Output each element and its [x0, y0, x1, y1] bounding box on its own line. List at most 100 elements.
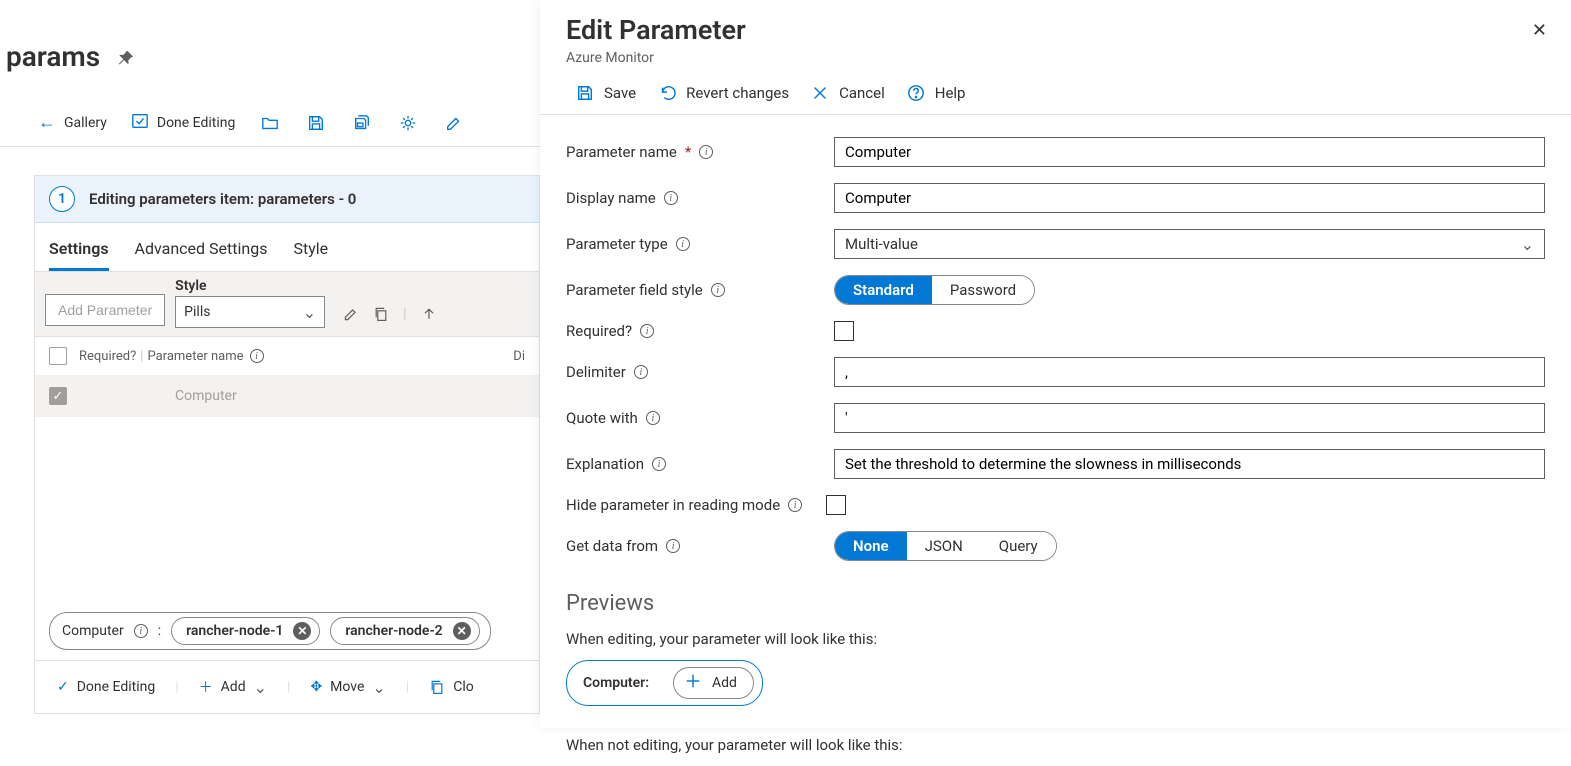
row-quote: Quote with [566, 395, 1545, 441]
open-icon[interactable] [251, 108, 289, 138]
page-title-row: params [0, 0, 540, 73]
chevron-down-icon [1521, 235, 1534, 254]
row-param-name: Computer [79, 388, 237, 404]
opt-standard[interactable]: Standard [835, 276, 932, 304]
not-editing-hint: When not editing, your parameter will lo… [566, 730, 1545, 766]
move-up-icon[interactable] [421, 306, 437, 322]
param-name-input[interactable] [834, 137, 1545, 167]
gallery-button[interactable]: Gallery [30, 106, 115, 139]
save-as-icon[interactable] [343, 108, 381, 138]
save-label: Save [604, 84, 636, 102]
row-checkbox[interactable] [49, 387, 67, 405]
save-button[interactable]: Save [576, 84, 636, 102]
required-star: * [685, 143, 691, 161]
main-toolbar: Gallery Done Editing [0, 91, 540, 147]
close-icon[interactable]: ✕ [1532, 20, 1547, 41]
panel-title: Edit Parameter [566, 14, 1545, 46]
pin-icon[interactable] [118, 40, 134, 73]
info-icon[interactable] [666, 539, 680, 553]
info-icon[interactable] [250, 349, 264, 363]
opt-password[interactable]: Password [932, 276, 1034, 304]
chip-remove-icon[interactable]: ✕ [293, 622, 311, 640]
filter-chip[interactable]: rancher-node-1 ✕ [171, 617, 320, 645]
style-select[interactable]: Pills [175, 296, 325, 328]
info-icon[interactable] [676, 237, 690, 251]
info-icon[interactable] [664, 191, 678, 205]
chevron-down-icon [254, 678, 267, 697]
required-checkbox[interactable] [834, 321, 854, 341]
table-row[interactable]: Computer [35, 375, 539, 417]
label-display-name: Display name [566, 189, 656, 207]
plus-icon [684, 672, 702, 694]
explanation-input[interactable] [834, 449, 1545, 479]
chip-remove-icon[interactable]: ✕ [453, 622, 471, 640]
add-action[interactable]: ＋ Add [191, 671, 275, 703]
info-icon[interactable] [134, 624, 148, 638]
delimiter-input[interactable] [834, 357, 1545, 387]
info-icon[interactable] [640, 324, 654, 338]
done-editing-button[interactable]: Done Editing [123, 106, 244, 140]
help-button[interactable]: Help [907, 84, 966, 102]
revert-icon [658, 84, 676, 102]
page-title: params [6, 40, 100, 73]
info-icon[interactable] [788, 498, 802, 512]
editing-hint: When editing, your parameter will look l… [566, 624, 1545, 660]
copy-row-icon[interactable] [373, 306, 389, 322]
chevron-down-icon [303, 303, 316, 322]
move-action[interactable]: ✥ Move [302, 672, 393, 703]
label-get-data: Get data from [566, 537, 658, 555]
filter-chip[interactable]: rancher-node-2 ✕ [330, 617, 479, 645]
opt-query[interactable]: Query [981, 532, 1056, 560]
tab-settings[interactable]: Settings [49, 233, 109, 271]
info-icon[interactable] [699, 145, 713, 159]
row-display-name: Display name [566, 175, 1545, 221]
row-get-data: Get data from None JSON Query [566, 523, 1545, 569]
opt-none[interactable]: None [835, 532, 907, 560]
info-icon[interactable] [711, 283, 725, 297]
quote-input[interactable] [834, 403, 1545, 433]
clone-action[interactable]: Clo [421, 673, 482, 701]
hide-reading-checkbox[interactable] [826, 495, 846, 515]
display-name-input[interactable] [834, 183, 1545, 213]
style-value: Pills [184, 304, 210, 320]
settings-icon[interactable] [389, 108, 427, 138]
edit-icon[interactable] [435, 108, 473, 138]
check-icon: ✓ [57, 679, 69, 695]
card-tabs: Settings Advanced Settings Style [35, 223, 539, 271]
done-editing-action[interactable]: ✓ Done Editing [49, 673, 163, 701]
previews-heading: Previews [566, 591, 1545, 616]
style-column: Style Pills [175, 278, 325, 328]
tab-advanced[interactable]: Advanced Settings [135, 233, 268, 271]
filter-row: Computer : rancher-node-1 ✕ rancher-node… [35, 597, 539, 660]
filter-pill-group[interactable]: Computer : rancher-node-1 ✕ rancher-node… [49, 612, 491, 650]
revert-button[interactable]: Revert changes [658, 84, 789, 102]
chip-label: rancher-node-2 [345, 623, 442, 639]
row-param-type: Parameter type Multi-value [566, 221, 1545, 267]
move-action-label: Move [330, 679, 364, 695]
label-delimiter: Delimiter [566, 363, 626, 381]
tab-style[interactable]: Style [293, 233, 328, 271]
select-all-checkbox[interactable] [49, 347, 67, 365]
opt-json[interactable]: JSON [907, 532, 981, 560]
filter-colon: : [158, 623, 161, 639]
info-icon[interactable] [646, 411, 660, 425]
data-source-segmented: None JSON Query [834, 531, 1057, 561]
row-explanation: Explanation [566, 441, 1545, 487]
cancel-button[interactable]: Cancel [811, 84, 885, 102]
info-icon[interactable] [634, 365, 648, 379]
field-style-segmented: Standard Password [834, 275, 1035, 305]
label-param-name: Parameter name [566, 143, 677, 161]
move-icon: ✥ [310, 679, 322, 695]
main-column: params Gallery Done Editing [0, 0, 540, 728]
style-label: Style [175, 278, 325, 296]
step-badge: 1 [49, 186, 75, 212]
save-icon[interactable] [297, 108, 335, 138]
cancel-label: Cancel [839, 84, 885, 102]
edit-row-icon[interactable] [343, 306, 359, 322]
info-icon[interactable] [652, 457, 666, 471]
preview-add-button[interactable]: Add [673, 667, 754, 699]
add-parameter-button[interactable]: Add Parameter [45, 294, 165, 326]
preview-label: Computer: [583, 675, 649, 691]
param-type-select[interactable]: Multi-value [834, 229, 1545, 259]
clone-action-label: Clo [453, 679, 474, 695]
